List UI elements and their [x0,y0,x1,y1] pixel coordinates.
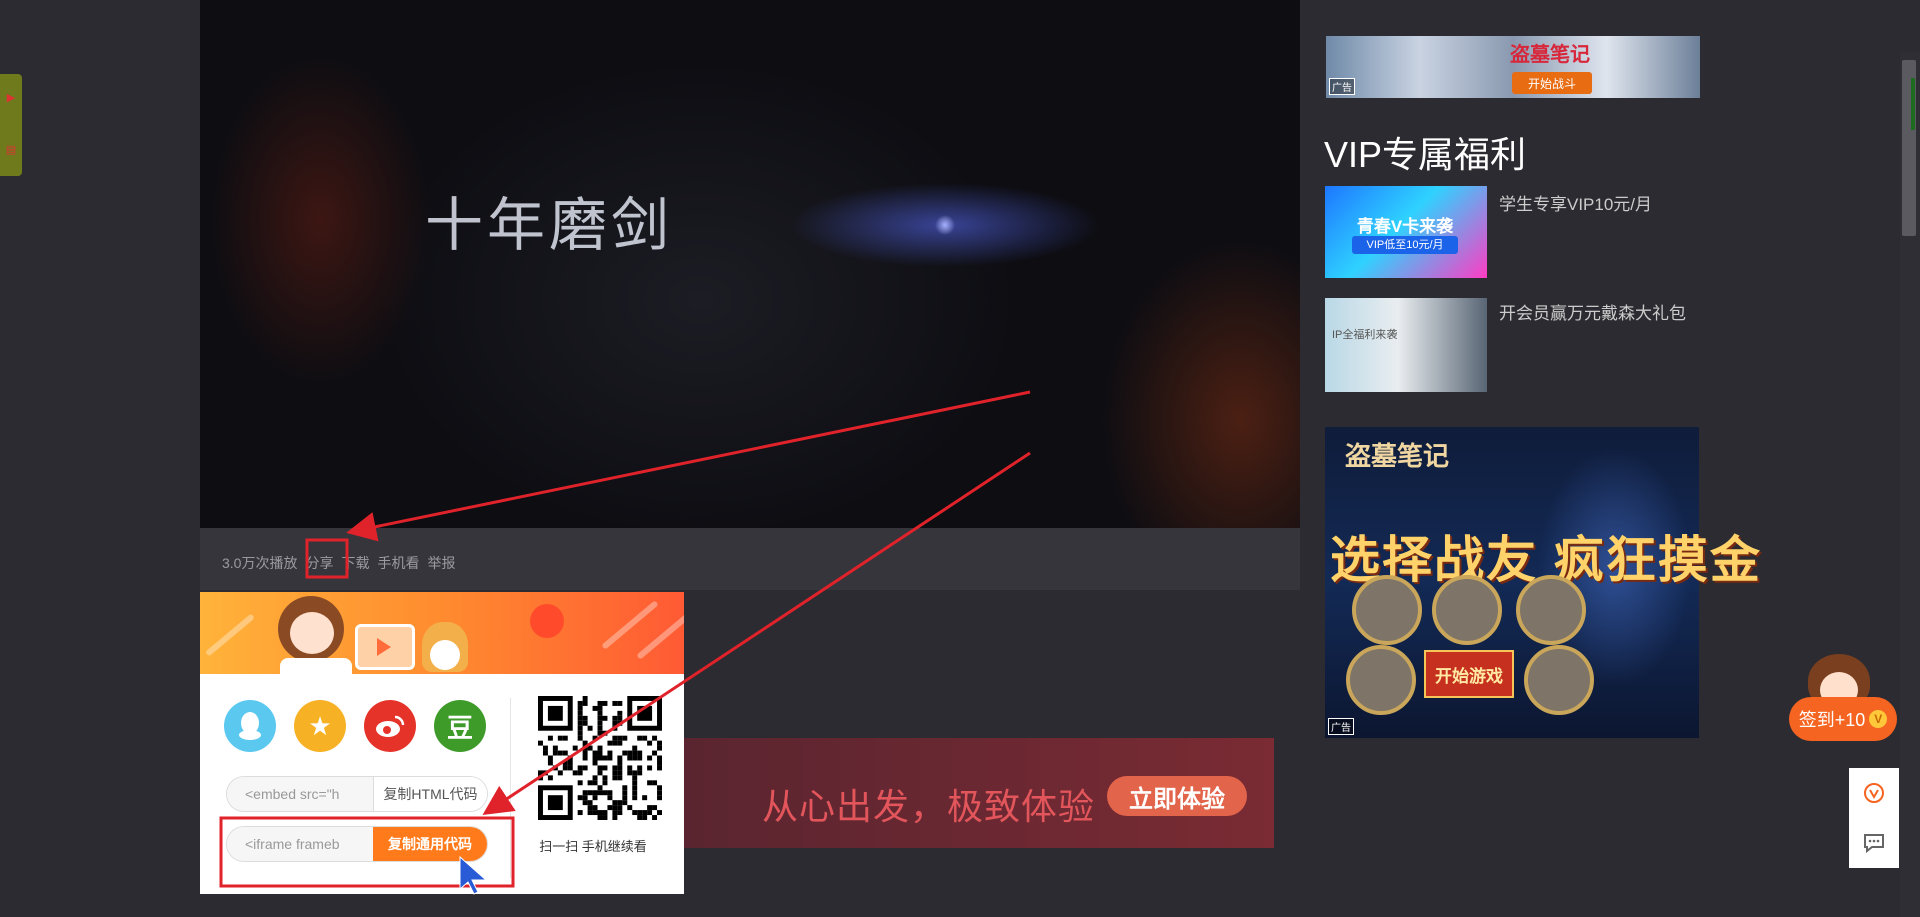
video-frame-title: 十年磨剑 [425,191,674,259]
ad-character-portrait [1346,645,1416,715]
vip-badge-icon: V [1869,710,1888,728]
ad-label: 广告 [1329,78,1355,95]
qr-caption: 扫一扫 手机继续看 [539,839,647,854]
list-icon[interactable]: ▤ [5,144,17,156]
share-link[interactable]: 分享 [305,553,333,573]
ad-character-portrait [1524,645,1594,715]
copy-universal-code-button[interactable]: 复制通用代码 [373,827,487,861]
share-weibo-button[interactable] [364,700,416,752]
game-ad-large-logo: 盗墓笔记 [1345,442,1450,472]
scrollbar-accent [1911,78,1915,130]
weibo-icon [376,715,405,737]
vip-tool-button[interactable] [1849,768,1899,818]
game-ad-start-game-button[interactable]: 开始游戏 [1424,650,1514,698]
checkin-label: 签到+10 [1798,710,1866,730]
share-popup-banner [200,592,684,674]
promo-text: 从心出发，极致体验 [762,786,1096,827]
qr-code-image [538,696,662,820]
side-tools-panel [1849,768,1899,868]
vip-benefits-heading: VIP专属福利 [1324,134,1527,175]
v-circle-icon [1864,783,1884,803]
copy-html-button[interactable]: 复制HTML代码 [373,777,487,811]
mascot-girl-body [280,658,352,674]
game-ad-start-battle-button[interactable]: 开始战斗 [1512,72,1592,94]
vip-thumb-headline: IP全福利来袭 [1332,329,1398,341]
play-count: 3.0万次播放 [222,555,298,571]
share-popup: ★ 豆 复制HTML代码 复制通用代码 扫一扫 手机继续看 [200,592,684,894]
chat-bubble-icon [1864,834,1884,854]
promo-try-button[interactable]: 立即体验 [1107,776,1247,816]
embed-code-row: 复制HTML代码 [226,776,488,812]
iframe-code-row: 复制通用代码 [226,826,488,862]
ad-label: 广告 [1328,718,1354,735]
douban-icon: 豆 [446,712,473,743]
play-icon[interactable]: ▶ [5,92,17,104]
banner-stripe [205,613,255,657]
share-divider [510,698,511,878]
ad-character-portrait [1352,575,1422,645]
share-qq-button[interactable] [224,700,276,752]
ad-character-portrait [1432,575,1502,645]
left-tool-strip[interactable]: ▶ ▤ [0,74,22,176]
tablet-play-icon [355,624,415,670]
checkin-button[interactable]: 签到+10 V [1789,697,1897,741]
feedback-tool-button[interactable] [1849,818,1899,868]
video-meta-row: 3.0万次播放 分享 下载 手机看 举报 [222,553,455,573]
qq-icon [239,712,261,740]
vip-thumb-headline: 青春V卡来袭 [1356,217,1454,236]
vip-item-thumbnail[interactable] [1325,298,1487,392]
mascot-fox-face [430,640,460,670]
report-link[interactable]: 举报 [427,553,455,573]
share-qzone-button[interactable]: ★ [294,700,346,752]
game-ad-top-logo: 盗墓笔记 [1510,42,1590,66]
vip-item-title[interactable]: 开会员赢万元戴森大礼包 [1499,302,1689,326]
video-player[interactable] [200,0,1300,528]
mobile-watch-link[interactable]: 手机看 [377,553,419,573]
banner-ball [530,604,564,638]
ad-character-portrait [1516,575,1586,645]
embed-code-field[interactable] [227,777,373,811]
qzone-star-icon: ★ [308,710,332,741]
share-douban-button[interactable]: 豆 [434,700,486,752]
vip-thumb-subline: VIP低至10元/月 [1352,236,1458,254]
mascot-girl-face [290,612,334,654]
iframe-code-field[interactable] [227,827,373,861]
download-link[interactable]: 下载 [341,553,369,573]
vip-item-title[interactable]: 学生专享VIP10元/月 [1499,190,1652,215]
